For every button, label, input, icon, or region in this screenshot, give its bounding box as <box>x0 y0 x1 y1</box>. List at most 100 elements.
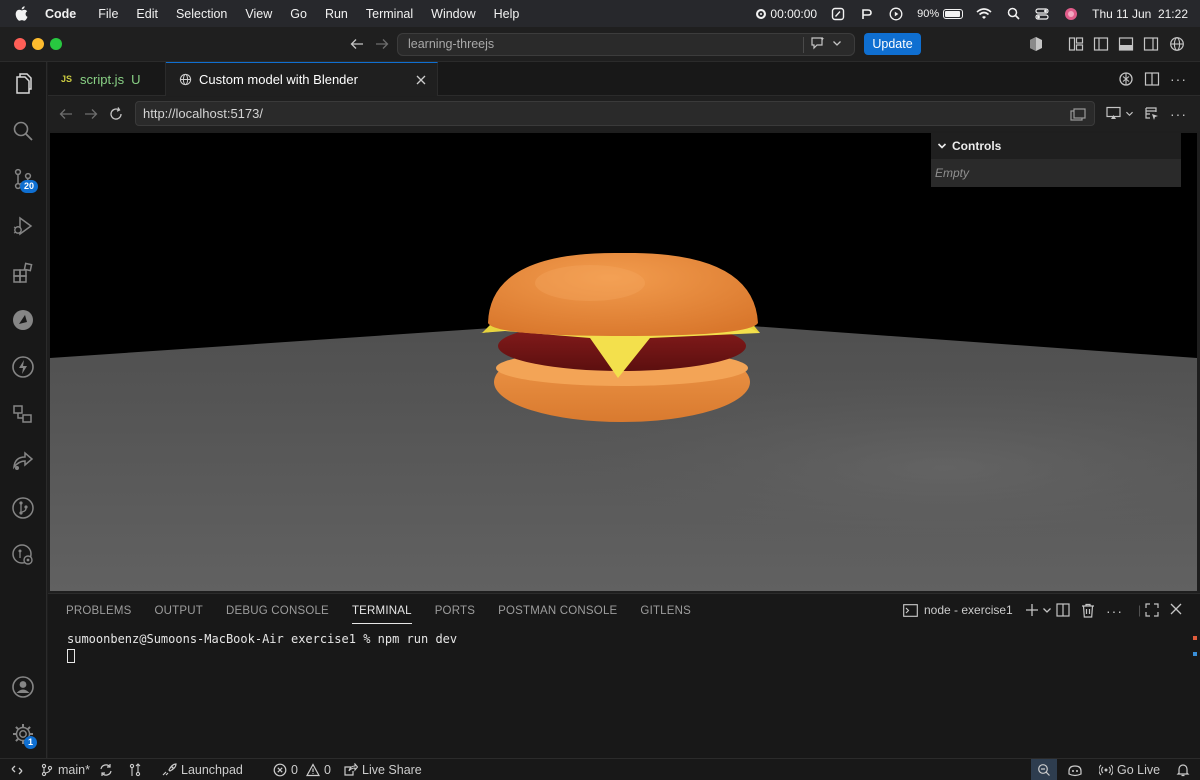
panel-more-icon[interactable]: ··· <box>1106 603 1123 619</box>
notifications-bell-icon[interactable] <box>1176 762 1190 778</box>
customize-layout-icon[interactable] <box>1068 36 1084 52</box>
menu-window[interactable]: Window <box>431 7 475 21</box>
macos-menu-bar: Code File Edit Selection View Go Run Ter… <box>0 0 1200 27</box>
inspect-element-icon[interactable] <box>1144 106 1160 122</box>
wifi-icon[interactable] <box>976 7 992 21</box>
trash-icon[interactable] <box>1081 603 1095 618</box>
close-window-button[interactable] <box>14 38 26 50</box>
tab-browser-preview[interactable]: Custom model with Blender <box>166 62 438 96</box>
tab-problems[interactable]: PROBLEMS <box>66 605 132 624</box>
editor-tab-bar: JS script.js U Custom model with Blender… <box>48 62 1200 96</box>
battery-percent: 90% <box>917 7 940 20</box>
control-center-icon[interactable] <box>1034 7 1050 21</box>
broadcast-icon <box>1099 764 1113 776</box>
siri-icon[interactable] <box>1063 7 1079 21</box>
spotlight-search-icon[interactable] <box>1005 7 1021 21</box>
git-compare-icon[interactable] <box>128 762 142 778</box>
split-editor-icon[interactable] <box>1144 71 1160 87</box>
search-icon[interactable] <box>10 118 36 144</box>
sync-icon[interactable] <box>99 762 113 778</box>
menu-app-name[interactable]: Code <box>45 7 76 21</box>
menu-go[interactable]: Go <box>290 7 307 21</box>
split-terminal-icon[interactable] <box>1056 603 1070 617</box>
terminal-cursor <box>67 649 75 663</box>
run-and-debug-icon[interactable] <box>10 213 36 239</box>
browser-more-icon[interactable]: ··· <box>1170 106 1187 122</box>
live-share-button[interactable]: Live Share <box>343 762 422 778</box>
notes-app-icon[interactable] <box>830 7 846 21</box>
tab-script-js[interactable]: JS script.js U <box>48 62 166 96</box>
tab-label: Custom model with Blender <box>199 72 358 87</box>
cast-screen-icon[interactable] <box>1106 106 1134 120</box>
panel-tab-list: PROBLEMS OUTPUT DEBUG CONSOLE TERMINAL P… <box>66 605 691 624</box>
menu-terminal[interactable]: Terminal <box>366 7 413 21</box>
git-branch-indicator[interactable]: main* <box>40 762 90 778</box>
reload-icon[interactable] <box>108 106 124 122</box>
javascript-file-icon: JS <box>61 74 73 84</box>
controls-empty-label: Empty <box>931 159 1181 187</box>
pen-tool-icon[interactable] <box>859 7 875 21</box>
menu-help[interactable]: Help <box>494 7 520 21</box>
terminal-icon <box>903 603 918 617</box>
menu-datetime[interactable]: Thu 11 Jun 21:22 <box>1092 7 1188 21</box>
url-input[interactable]: http://localhost:5173/ <box>135 101 1095 126</box>
terminal-selector[interactable]: node - exercise1 <box>903 603 1013 617</box>
threejs-canvas[interactable]: Controls Empty <box>50 133 1197 591</box>
launchpad-button[interactable]: Launchpad <box>161 762 243 778</box>
maximize-panel-icon[interactable] <box>1145 603 1159 617</box>
close-icon[interactable] <box>413 72 429 88</box>
toggle-secondary-sidebar-icon[interactable] <box>1143 36 1159 52</box>
open-in-external-browser-icon[interactable] <box>1070 106 1086 129</box>
battery-status[interactable]: 90% <box>917 7 964 20</box>
play-circle-icon[interactable] <box>888 7 904 21</box>
remote-indicator-icon[interactable] <box>10 762 24 778</box>
tab-gitlens[interactable]: GITLENS <box>640 605 691 624</box>
gitlens-inspect-icon[interactable] <box>10 542 36 568</box>
accounts-shield-icon[interactable] <box>1028 36 1044 52</box>
thunder-client-icon[interactable] <box>10 354 36 380</box>
zoom-window-button[interactable] <box>50 38 62 50</box>
tab-output[interactable]: OUTPUT <box>155 605 203 624</box>
screen-recording-timer[interactable]: 00:00:00 <box>756 7 817 21</box>
toggle-panel-icon[interactable] <box>1118 36 1134 52</box>
problems-indicator[interactable]: 0 0 <box>273 762 331 778</box>
update-button[interactable]: Update <box>864 33 921 55</box>
apple-logo-icon[interactable] <box>15 6 31 21</box>
go-forward-arrow-icon[interactable] <box>373 35 391 53</box>
extensions-icon[interactable] <box>10 260 36 286</box>
chatgpt-icon[interactable] <box>1118 71 1134 87</box>
minimize-window-button[interactable] <box>32 38 44 50</box>
tab-ports[interactable]: PORTS <box>435 605 475 624</box>
go-live-button[interactable]: Go Live <box>1099 762 1160 778</box>
menu-selection[interactable]: Selection <box>176 7 227 21</box>
terminal-output[interactable]: sumoonbenz@Sumoons-MacBook-Air exercise1… <box>67 631 457 663</box>
database-connections-icon[interactable] <box>10 401 36 427</box>
explorer-files-icon[interactable] <box>10 71 36 97</box>
chevron-down-icon <box>833 41 841 46</box>
live-share-icon[interactable] <box>10 448 36 474</box>
git-graph-icon[interactable] <box>10 495 36 521</box>
toggle-primary-sidebar-icon[interactable] <box>1093 36 1109 52</box>
command-center-search[interactable]: learning-threejs <box>397 33 855 56</box>
globe-icon[interactable] <box>1169 36 1185 52</box>
more-actions-icon[interactable]: ··· <box>1170 71 1187 87</box>
new-terminal-icon[interactable] <box>1025 603 1052 617</box>
browser-back-arrow-icon[interactable] <box>58 106 74 122</box>
zoom-magnifier-icon[interactable] <box>1031 759 1057 780</box>
tab-debug-console[interactable]: DEBUG CONSOLE <box>226 605 329 624</box>
go-back-arrow-icon[interactable] <box>348 35 366 53</box>
tab-terminal[interactable]: TERMINAL <box>351 605 412 624</box>
accounts-avatar-icon[interactable] <box>10 674 36 700</box>
close-panel-icon[interactable] <box>1170 603 1182 615</box>
tab-label: script.js <box>80 71 125 87</box>
tab-postman-console[interactable]: POSTMAN CONSOLE <box>498 605 617 624</box>
menu-run[interactable]: Run <box>325 7 348 21</box>
browser-forward-arrow-icon[interactable] <box>83 106 99 122</box>
copilot-status-icon[interactable] <box>1067 762 1083 778</box>
menu-view[interactable]: View <box>245 7 272 21</box>
controls-header[interactable]: Controls <box>931 133 1181 159</box>
copilot-chat-button[interactable] <box>810 36 842 50</box>
remote-explorer-icon[interactable] <box>10 307 36 333</box>
menu-file[interactable]: File <box>98 7 118 21</box>
menu-edit[interactable]: Edit <box>136 7 158 21</box>
